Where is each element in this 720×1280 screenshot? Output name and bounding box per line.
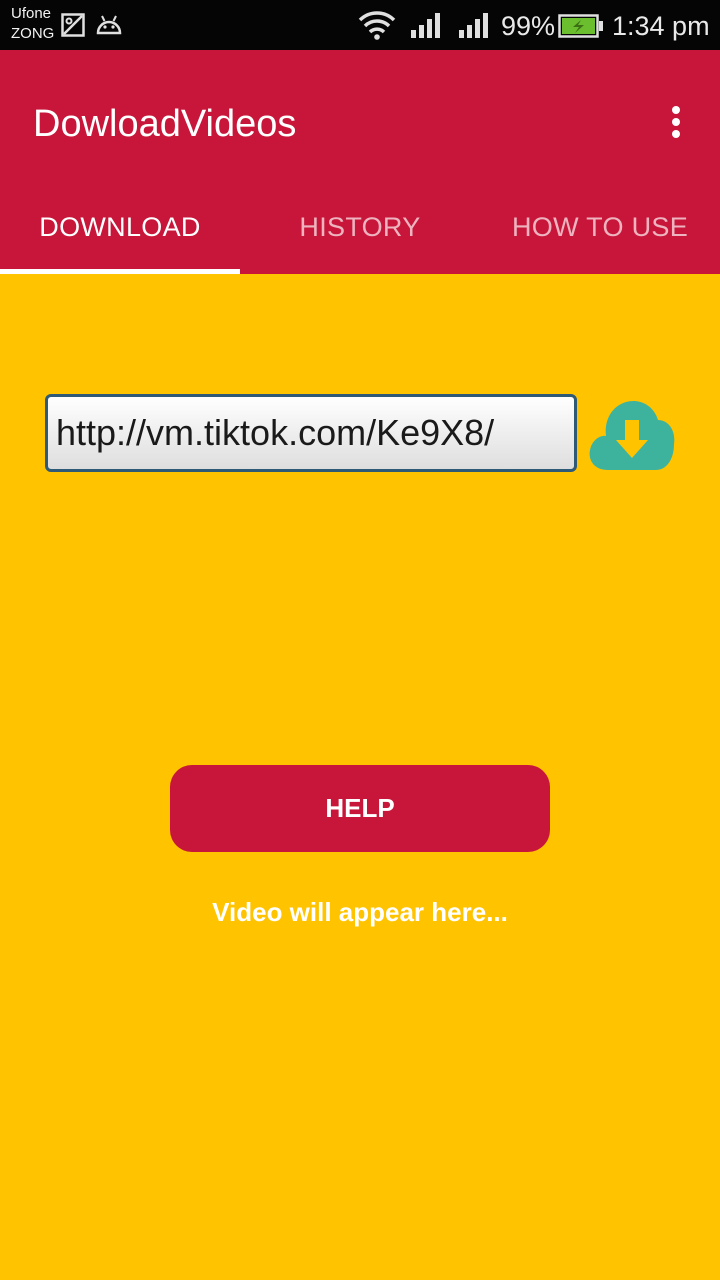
android-icon xyxy=(96,15,122,35)
wifi-icon xyxy=(358,11,396,40)
carrier-2: ZONG xyxy=(11,25,55,42)
battery-charging-icon xyxy=(558,14,603,38)
gallery-icon xyxy=(61,13,85,37)
tab-history[interactable]: HISTORY xyxy=(240,190,480,270)
app-title: DowloadVideos xyxy=(33,103,297,145)
video-placeholder-text: Video will appear here... xyxy=(212,897,508,927)
carrier-1: Ufone xyxy=(11,5,52,22)
help-button[interactable]: HELP xyxy=(170,765,550,852)
carrier-names: Ufone ZONG xyxy=(11,4,54,44)
tab-download[interactable]: DOWNLOAD xyxy=(0,190,240,270)
signal-icon xyxy=(459,13,488,38)
status-bar: Ufone ZONG 99% 1:34 pm xyxy=(0,0,720,50)
tab-how-to-use[interactable]: HOW TO USE xyxy=(480,190,720,270)
url-input[interactable] xyxy=(45,394,577,472)
screen: Ufone ZONG 99% 1:34 pm DowloadVideos DOW… xyxy=(0,0,720,1280)
tab-indicator xyxy=(0,269,240,274)
clock: 1:34 pm xyxy=(612,11,710,41)
app-bar: DowloadVideos DOWNLOAD HISTORY HOW TO US… xyxy=(0,50,720,274)
more-vert-icon[interactable] xyxy=(660,102,692,142)
cloud-download-icon[interactable] xyxy=(588,390,676,472)
signal-icon xyxy=(411,13,440,38)
battery-percentage: 99% xyxy=(501,11,556,41)
